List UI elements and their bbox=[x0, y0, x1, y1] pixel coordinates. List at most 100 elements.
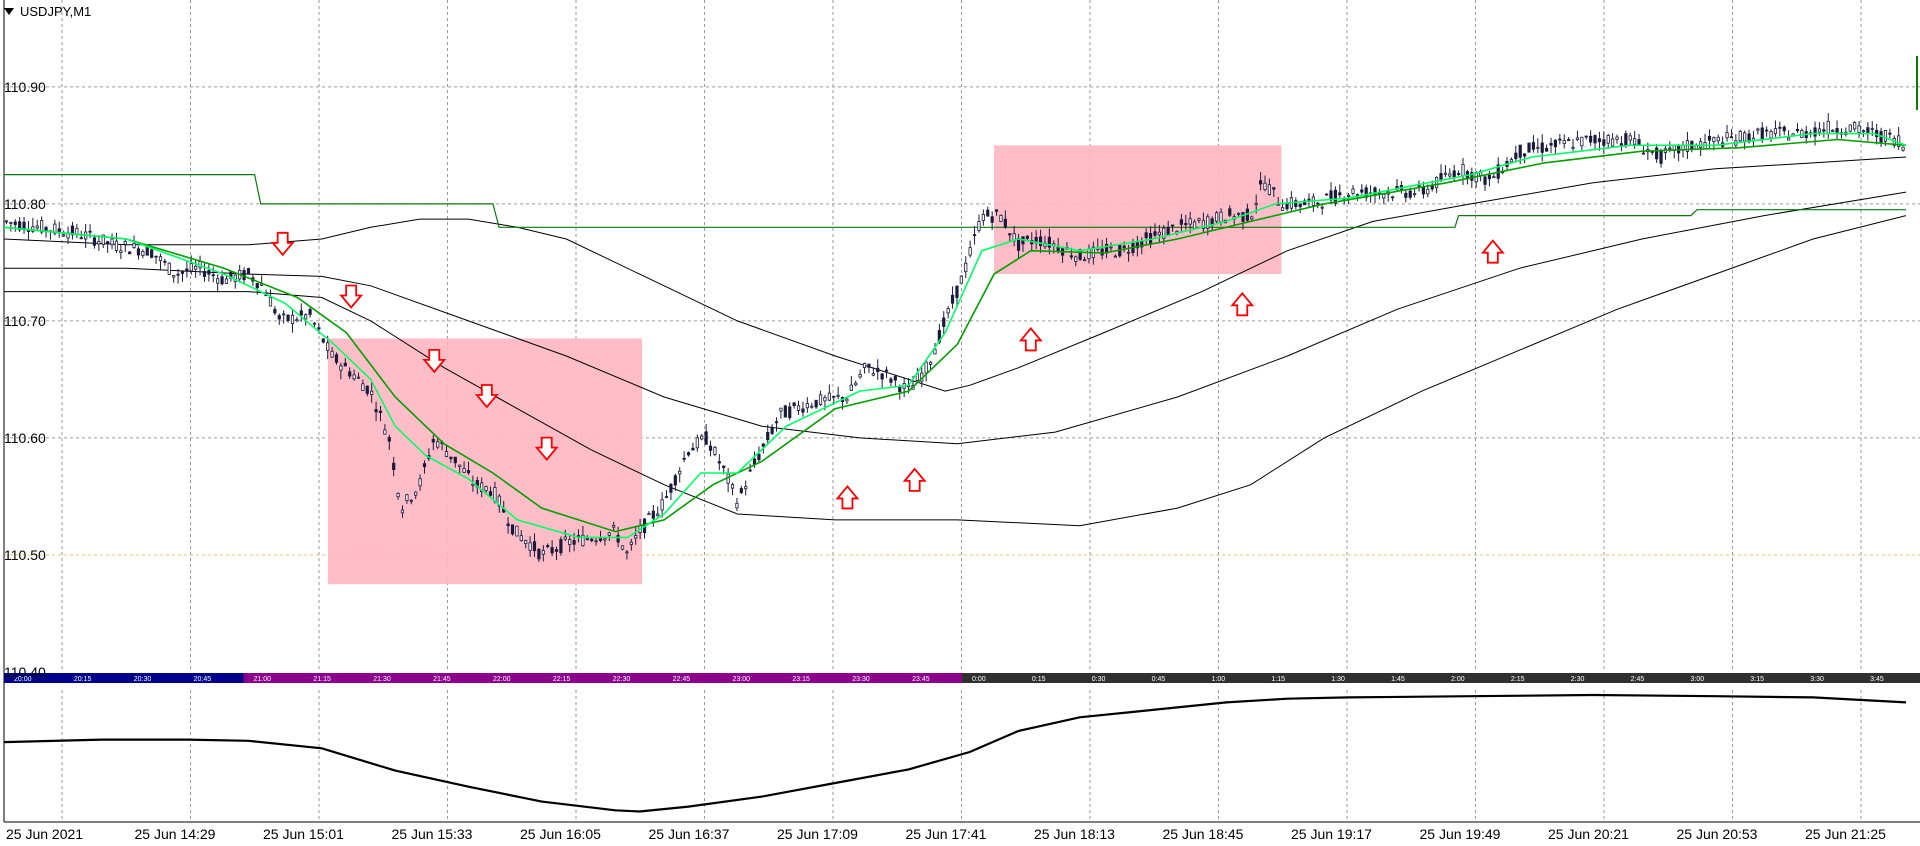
candle-body bbox=[1228, 208, 1232, 216]
candle-body bbox=[761, 443, 765, 447]
candle-body bbox=[994, 209, 999, 212]
candle-body bbox=[708, 445, 713, 451]
price-axis-label: 110.50 bbox=[4, 547, 46, 563]
candle-body bbox=[695, 437, 699, 449]
candle-body bbox=[563, 536, 567, 540]
time-axis-label: 25 Jun 15:33 bbox=[392, 826, 473, 842]
chart-symbol-header: USDJPY,M1 bbox=[4, 2, 91, 20]
candle-body bbox=[1236, 212, 1241, 215]
candle-body bbox=[79, 237, 83, 240]
time-axis-label: 25 Jun 19:17 bbox=[1291, 826, 1372, 842]
candle-body bbox=[180, 271, 185, 274]
candle-body bbox=[1527, 142, 1531, 153]
time-axis-label: 25 Jun 2021 bbox=[6, 826, 83, 842]
candle-body bbox=[801, 408, 805, 413]
candle-body bbox=[739, 488, 743, 493]
candle-body bbox=[1778, 126, 1782, 129]
candle-body bbox=[1003, 218, 1007, 228]
candle-body bbox=[1624, 133, 1628, 147]
candle-body bbox=[814, 399, 818, 408]
candle-body bbox=[964, 262, 968, 273]
candle-body bbox=[950, 294, 955, 304]
candle-body bbox=[436, 441, 440, 448]
candle-body bbox=[1787, 137, 1791, 141]
candle-body bbox=[1267, 184, 1271, 195]
candle-body bbox=[629, 541, 633, 545]
session-time-label: 21:15 bbox=[313, 676, 331, 683]
candle-body bbox=[1848, 124, 1852, 132]
candle-body bbox=[933, 348, 937, 355]
candle-body bbox=[810, 405, 814, 408]
candle-body bbox=[1773, 128, 1778, 135]
candle-body bbox=[1100, 248, 1104, 256]
candle-body bbox=[1593, 135, 1597, 144]
candle-body bbox=[1531, 142, 1536, 150]
candle-body bbox=[1188, 218, 1192, 225]
session-time-label: 23:15 bbox=[792, 676, 810, 683]
session-time-label: 21:45 bbox=[433, 676, 451, 683]
candle-body bbox=[194, 265, 198, 270]
candle-body bbox=[568, 539, 572, 546]
candle-body bbox=[1725, 132, 1729, 139]
candle-body bbox=[356, 376, 361, 379]
session-time-label: 23:30 bbox=[852, 676, 870, 683]
candle-body bbox=[22, 221, 26, 230]
candle-body bbox=[823, 396, 827, 402]
candle-body bbox=[1553, 139, 1558, 148]
candle-body bbox=[519, 535, 523, 541]
candle-body bbox=[110, 238, 114, 246]
candle-body bbox=[607, 532, 611, 536]
candle-body bbox=[510, 524, 515, 535]
candle-body bbox=[1835, 128, 1839, 133]
candle-body bbox=[1298, 203, 1302, 208]
time-axis-label: 25 Jun 18:13 bbox=[1034, 826, 1115, 842]
candle-body bbox=[704, 431, 708, 445]
candle-body bbox=[308, 309, 312, 315]
candle-body bbox=[418, 478, 422, 487]
candle-body bbox=[282, 313, 286, 316]
time-axis-label: 25 Jun 18:45 bbox=[1163, 826, 1244, 842]
candle-body bbox=[1831, 129, 1835, 132]
candle-body bbox=[119, 250, 123, 253]
candle-body bbox=[770, 427, 774, 434]
candle-body bbox=[1716, 136, 1720, 142]
candle-body bbox=[1760, 127, 1764, 141]
candle-body bbox=[959, 275, 963, 284]
candle-body bbox=[1769, 131, 1773, 139]
candle-body bbox=[1738, 130, 1742, 142]
time-axis-label: 25 Jun 20:53 bbox=[1677, 826, 1758, 842]
candle-body bbox=[871, 373, 875, 376]
candle-body bbox=[1861, 130, 1866, 132]
candle-body bbox=[1324, 193, 1329, 196]
candle-body bbox=[572, 540, 576, 545]
session-time-label: 21:30 bbox=[373, 676, 391, 683]
candle-body bbox=[1443, 172, 1448, 175]
time-axis-label: 25 Jun 19:49 bbox=[1420, 826, 1501, 842]
candle-body bbox=[893, 375, 897, 381]
candle-body bbox=[722, 465, 726, 468]
candle-body bbox=[528, 542, 532, 551]
candle-body bbox=[651, 510, 655, 519]
candle-body bbox=[449, 456, 453, 460]
candle-body bbox=[1597, 138, 1602, 143]
price-chart[interactable]: 20:00 20:15 20:30 20:45 21:00 21:15 21:30 21:45… bbox=[0, 0, 1920, 846]
time-axis-label: 25 Jun 16:37 bbox=[649, 826, 730, 842]
chart-symbol-label: USDJPY,M1 bbox=[20, 3, 92, 19]
candle-body bbox=[660, 499, 664, 511]
session-time-label: 2:30 bbox=[1571, 676, 1585, 683]
candle-body bbox=[176, 273, 180, 276]
candle-body bbox=[686, 452, 691, 456]
candle-body bbox=[928, 361, 933, 365]
time-axis-label: 25 Jun 17:41 bbox=[906, 826, 987, 842]
candle-body bbox=[744, 486, 748, 490]
candle-body bbox=[691, 447, 695, 451]
session-segment bbox=[1860, 673, 1920, 683]
triangle-down-icon[interactable] bbox=[4, 7, 14, 15]
candle-body bbox=[1025, 235, 1029, 239]
candle-body bbox=[977, 221, 981, 232]
candle-body bbox=[1518, 144, 1522, 158]
candle-body bbox=[757, 453, 761, 461]
candle-body bbox=[414, 491, 418, 496]
session-time-label: 2:45 bbox=[1631, 676, 1645, 683]
candle-body bbox=[1901, 146, 1905, 151]
